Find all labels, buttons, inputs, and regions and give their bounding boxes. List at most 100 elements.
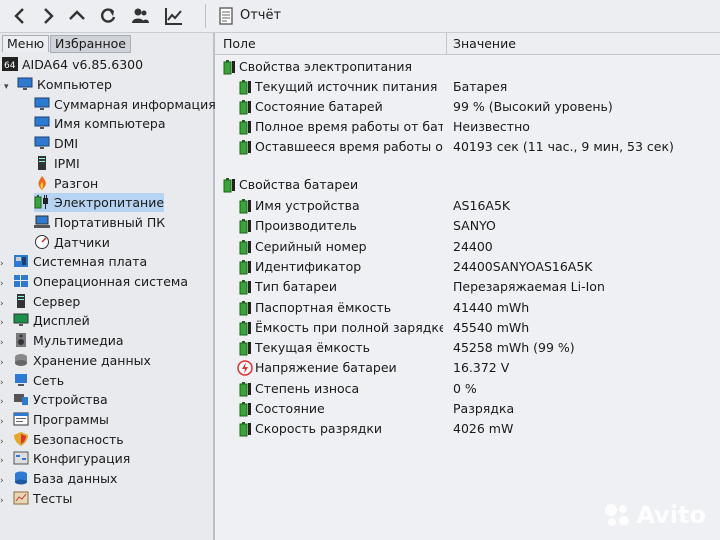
tree-item-2[interactable]: Суммарная информация [34, 95, 216, 114]
up-icon[interactable] [65, 4, 89, 28]
aida-icon: 64 [2, 57, 18, 71]
property-name: Напряжение батареи [255, 360, 397, 375]
tree-item-18[interactable]: › Программы [0, 410, 109, 429]
tree-item-8[interactable]: Портативный ПК [34, 213, 165, 232]
tree-item-11[interactable]: › Операционная система [0, 272, 188, 291]
column-divider[interactable] [446, 33, 447, 54]
property-value: 40193 сек (11 час., 9 мин, 53 сек) [453, 139, 674, 154]
tree-item-16[interactable]: › Сеть [0, 371, 64, 390]
shield-icon [13, 432, 29, 446]
svg-text:64: 64 [4, 61, 16, 71]
property-row[interactable]: Текущий источник питания Батарея [215, 77, 720, 97]
property-value: Перезаряжаемая Li-Ion [453, 279, 605, 294]
tree-item-label: Сеть [33, 373, 65, 388]
tree-item-3[interactable]: Имя компьютера [34, 114, 166, 133]
monitor-icon [34, 97, 50, 111]
column-value-header[interactable]: Значение [453, 36, 516, 51]
property-name: Полное время работы от батареи [255, 119, 443, 134]
speaker-icon [13, 333, 29, 347]
property-value: Батарея [453, 79, 508, 94]
tree-item-21[interactable]: › База данных [0, 469, 117, 488]
property-row[interactable]: Ёмкость при полной зарядке 45540 mWh [215, 318, 720, 338]
property-row[interactable]: Напряжение батареи 16.372 V [215, 358, 720, 378]
motherboard-icon [13, 254, 29, 268]
property-name: Текущий источник питания [255, 79, 438, 94]
battery-plug-icon [34, 195, 50, 209]
network-icon [13, 373, 29, 387]
back-icon[interactable] [8, 4, 32, 28]
tree-item-label: Системная плата [33, 254, 148, 269]
property-row[interactable]: Текущая ёмкость 45258 mWh (99 %) [215, 338, 720, 358]
tree-item-app-root[interactable]: 64 AIDA64 v6.85.6300 [2, 55, 143, 74]
tree-item-label: Датчики [54, 235, 110, 250]
tree-item-9[interactable]: Датчики [34, 233, 110, 252]
property-name: Серийный номер [255, 239, 367, 254]
battery-green-icon [221, 59, 237, 75]
battery-green-icon [237, 218, 253, 234]
column-field-header[interactable]: Поле [223, 36, 256, 51]
property-row[interactable]: Паспортная ёмкость 41440 mWh [215, 298, 720, 318]
property-name: Тип батареи [255, 279, 337, 294]
battery-green-icon [237, 119, 253, 135]
chart-icon[interactable] [162, 4, 186, 28]
property-row[interactable]: Скорость разрядки 4026 mW [215, 419, 720, 439]
property-row[interactable]: Производитель SANYO [215, 216, 720, 236]
user-icon[interactable] [128, 4, 152, 28]
tree-item-22[interactable]: › Тесты [0, 489, 72, 508]
tree-item-label: Тесты [33, 491, 73, 506]
tab-menu[interactable]: Меню [2, 35, 50, 52]
property-row[interactable]: Состояние Разрядка [215, 399, 720, 419]
property-row[interactable]: Состояние батарей 99 % (Высокий уровень) [215, 97, 720, 117]
voltage-icon [237, 360, 253, 376]
tree-item-label: База данных [33, 471, 118, 486]
toolbar: Отчёт [0, 0, 720, 33]
forward-icon[interactable] [36, 4, 60, 28]
tree-item-7[interactable]: Электропитание [34, 193, 165, 212]
tree-item-label: Дисплей [33, 313, 90, 328]
tree-item-label: Портативный ПК [54, 215, 166, 230]
property-row[interactable]: Имя устройства AS16A5K [215, 196, 720, 216]
tab-favorites[interactable]: Избранное [50, 35, 131, 53]
property-value: Разрядка [453, 401, 515, 416]
property-row[interactable]: Полное время работы от батареи Неизвестно [215, 117, 720, 137]
tree-item-14[interactable]: › Мультимедиа [0, 331, 124, 350]
report-icon[interactable] [214, 4, 238, 28]
tree-item-10[interactable]: › Системная плата [0, 252, 147, 271]
watermark-text: Avito [636, 501, 706, 529]
expand-toggle-icon[interactable]: › [0, 492, 10, 511]
property-value: Неизвестно [453, 119, 530, 134]
collapse-toggle-icon[interactable]: ▾ [4, 78, 14, 97]
report-button-label[interactable]: Отчёт [240, 8, 281, 23]
tree-item-17[interactable]: › Устройства [0, 390, 108, 409]
battery-green-icon [237, 198, 253, 214]
tree-item-label: Безопасность [33, 432, 124, 447]
laptop-icon [34, 215, 50, 229]
property-row[interactable]: Степень износа 0 % [215, 379, 720, 399]
tree-item-5[interactable]: IPMI [34, 154, 80, 173]
battery-green-icon [237, 99, 253, 115]
property-value: AS16A5K [453, 198, 511, 213]
property-row[interactable]: Тип батареи Перезаряжаемая Li-Ion [215, 277, 720, 297]
devices-icon [13, 392, 29, 406]
tree-item-15[interactable]: › Хранение данных [0, 351, 151, 370]
property-row[interactable]: Оставшееся время работы от батареи 40193 … [215, 137, 720, 157]
tree-item-19[interactable]: › Безопасность [0, 430, 124, 449]
property-row[interactable]: Серийный номер 24400 [215, 237, 720, 257]
property-name: Скорость разрядки [255, 421, 383, 436]
refresh-icon[interactable] [96, 4, 120, 28]
tree-item-1[interactable]: ▾ Компьютер [4, 75, 112, 94]
tree-item-20[interactable]: › Конфигурация [0, 449, 130, 468]
property-row[interactable]: Идентификатор 24400SANYOAS16A5K [215, 257, 720, 277]
tree-item-12[interactable]: › Сервер [0, 292, 80, 311]
tree-item-label: Имя компьютера [54, 116, 166, 131]
tree-item-4[interactable]: DMI [34, 134, 78, 153]
tree-item-label: Суммарная информация [54, 97, 216, 112]
monitor-icon [34, 136, 50, 150]
navigation-panel: Меню Избранное 64 AIDA64 v6.85.6300 ▾ Компь… [0, 33, 216, 540]
tree-item-label: Электропитание [54, 195, 165, 210]
tree-item-6[interactable]: Разгон [34, 174, 98, 193]
section-battery-properties[interactable]: Свойства батареи [215, 175, 720, 195]
tree-item-13[interactable]: › Дисплей [0, 311, 90, 330]
monitor-icon [34, 116, 50, 130]
section-power-properties[interactable]: Свойства электропитания [215, 57, 720, 77]
